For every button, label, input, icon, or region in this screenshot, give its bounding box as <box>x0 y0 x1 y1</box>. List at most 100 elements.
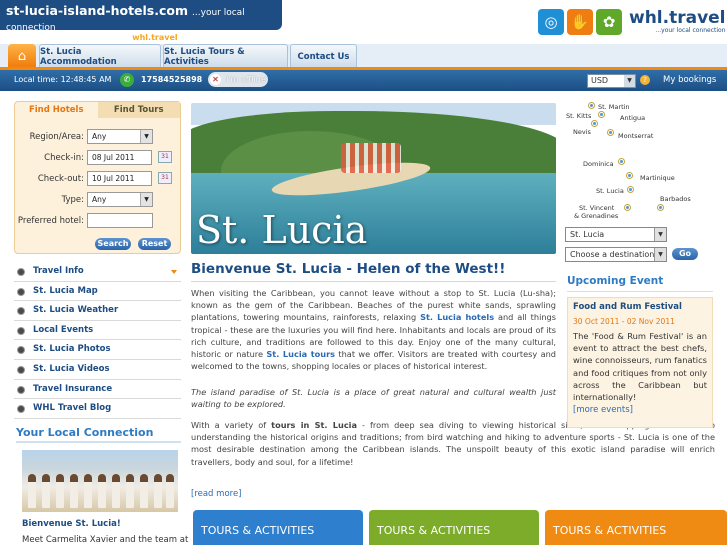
divider <box>567 291 713 292</box>
checkout-input[interactable]: 10 Jul 2011 <box>87 171 152 186</box>
region-label: Region/Area: <box>29 132 84 142</box>
member-brand[interactable]: whl.travel <box>132 33 177 42</box>
reset-button[interactable]: Reset <box>138 238 171 250</box>
hand-icon: ✋ <box>567 9 593 35</box>
tab-tours-activities[interactable]: St. Lucia Tours & Activities <box>163 44 288 68</box>
main-nav: ⌂ St. Lucia Accommodation St. Lucia Tour… <box>0 44 727 68</box>
island-select[interactable]: St. Lucia ▼ <box>565 227 667 242</box>
map-label: St. Vincent <box>579 204 615 212</box>
local-connection-heading: Your Local Connection <box>16 426 154 439</box>
divider <box>16 441 181 443</box>
tours-link[interactable]: St. Lucia tours <box>266 349 335 359</box>
map-label: Dominica <box>583 160 614 168</box>
destination-select-value: Choose a destination <box>570 250 655 259</box>
menu-item-weather[interactable]: St. Lucia Weather <box>14 301 181 321</box>
menu-item-travel-info[interactable]: Travel Info <box>14 262 181 282</box>
bullet-icon <box>17 268 25 276</box>
tours-box-blue[interactable]: TOURS & ACTIVITIES <box>193 510 363 545</box>
island-marker[interactable] <box>628 187 633 192</box>
tab-contact-us[interactable]: Contact Us <box>290 44 357 68</box>
more-events-link[interactable]: [more events] <box>573 405 707 415</box>
island-marker[interactable] <box>658 205 663 210</box>
menu-item-blog[interactable]: WHL Travel Blog <box>14 399 181 419</box>
preferred-hotel-label: Preferred hotel: <box>17 216 84 226</box>
whl-logo[interactable]: ◎ ✋ ✿ whl.travel ...your local connectio… <box>538 6 726 38</box>
island-marker[interactable] <box>625 205 630 210</box>
map-label: St. Martin <box>598 103 630 111</box>
search-panel: Find Hotels Find Tours Region/Area: Any ▼… <box>14 101 181 254</box>
local-time: Local time: 12:48:45 AM <box>14 75 112 84</box>
site-name[interactable]: st-lucia-island-hotels.com <box>6 3 188 18</box>
event-title[interactable]: Food and Rum Festival <box>573 302 707 312</box>
calendar-icon[interactable]: 31 <box>158 151 172 163</box>
team-photo[interactable] <box>22 450 178 512</box>
tab-accommodation[interactable]: St. Lucia Accommodation <box>39 44 161 68</box>
map-label: Nevis <box>573 128 591 136</box>
meet-text: Meet Carmelita Xavier and the team at <box>22 535 189 545</box>
offline-label: I'm offline <box>226 75 266 84</box>
tab-find-hotels[interactable]: Find Hotels <box>15 102 98 118</box>
my-bookings-link[interactable]: My bookings <box>663 75 716 85</box>
bold-text: tours in St. Lucia <box>271 420 358 430</box>
bullet-icon <box>17 287 25 296</box>
top-bar: st-lucia-island-hotels.com ...your local … <box>0 0 727 44</box>
whl-logo-text: whl.travel <box>629 8 726 28</box>
bullet-icon <box>17 326 25 335</box>
status-bar: Local time: 12:48:45 AM ✆ 17584525898 ✕ I… <box>0 70 727 91</box>
hotels-link[interactable]: St. Lucia hotels <box>420 312 494 322</box>
caribbean-map[interactable]: St. Martin St. Kitts Antigua Nevis Monts… <box>563 101 700 223</box>
member-text: ... a member of <box>68 33 130 42</box>
italic-paragraph: The island paradise of St. Lucia is a pl… <box>191 387 556 410</box>
tours-box-green[interactable]: TOURS & ACTIVITIES <box>369 510 539 545</box>
spiral-icon: ◎ <box>538 9 564 35</box>
chevron-down-icon: ▼ <box>624 75 635 87</box>
bullet-icon <box>17 365 25 374</box>
upcoming-event-heading: Upcoming Event <box>567 275 664 287</box>
calendar-icon[interactable]: 31 <box>158 172 172 184</box>
page-title: Bienvenue St. Lucia - Helen of the West!… <box>191 261 506 277</box>
map-label: Martinique <box>640 174 675 182</box>
island-marker[interactable] <box>619 159 624 164</box>
island-marker[interactable] <box>592 121 597 126</box>
bullet-icon <box>17 307 25 316</box>
checkin-input[interactable]: 08 Jul 2011 <box>87 150 152 165</box>
side-menu: Travel Info St. Lucia Map St. Lucia Weat… <box>14 262 181 419</box>
bullet-icon <box>17 385 25 394</box>
phone-number: 17584525898 <box>141 75 203 84</box>
tours-box-orange[interactable]: TOURS & ACTIVITIES <box>545 510 727 545</box>
island-marker[interactable] <box>608 130 613 135</box>
type-select[interactable]: Any ▼ <box>87 192 153 207</box>
menu-item-videos[interactable]: St. Lucia Videos <box>14 360 181 380</box>
site-logo[interactable]: st-lucia-island-hotels.com ...your local … <box>0 0 282 42</box>
island-marker[interactable] <box>599 112 604 117</box>
tab-find-tours[interactable]: Find Tours <box>97 102 180 118</box>
menu-item-map[interactable]: St. Lucia Map <box>14 282 181 302</box>
map-label: Antigua <box>620 114 646 122</box>
intro-paragraph: When visiting the Caribbean, you cannot … <box>191 287 556 372</box>
island-marker[interactable] <box>589 103 594 108</box>
island-marker[interactable] <box>627 173 632 178</box>
bullet-icon <box>17 405 25 414</box>
region-select[interactable]: Any ▼ <box>87 129 153 144</box>
menu-item-local-events[interactable]: Local Events <box>14 321 181 341</box>
search-button[interactable]: Search <box>95 238 131 250</box>
home-icon[interactable]: ⌂ <box>8 44 36 68</box>
menu-item-travel-insurance[interactable]: Travel Insurance <box>14 380 181 400</box>
go-button[interactable]: Go <box>672 248 698 260</box>
destination-select[interactable]: Choose a destination ▼ <box>565 247 667 262</box>
phone-icon: ✆ <box>120 73 134 87</box>
text: With a variety of <box>191 420 272 430</box>
preferred-hotel-input[interactable] <box>87 213 153 228</box>
type-value: Any <box>92 195 107 204</box>
hero-image: St. Lucia <box>191 103 556 254</box>
offline-indicator[interactable]: ✕ I'm offline <box>208 72 268 87</box>
menu-item-photos[interactable]: St. Lucia Photos <box>14 340 181 360</box>
close-icon: ✕ <box>210 74 221 85</box>
menu-label: WHL Travel Blog <box>33 403 112 414</box>
read-more-link[interactable]: [read more] <box>191 489 242 499</box>
map-label: & Grenadines <box>574 212 619 220</box>
currency-select[interactable]: USD ▼ <box>587 74 636 88</box>
welcome-link[interactable]: Bienvenue St. Lucia! <box>22 519 121 529</box>
map-label: St. Lucia <box>596 187 624 195</box>
help-icon[interactable]: ? <box>640 75 650 85</box>
